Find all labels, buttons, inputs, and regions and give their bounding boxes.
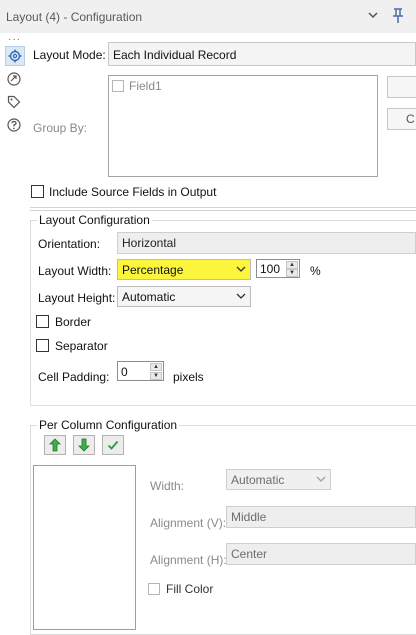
alignment-v-label: Alignment (V): [150,516,227,530]
group-by-list[interactable]: Field1 [108,75,378,177]
stepper-down-icon[interactable]: ▼ [150,372,162,380]
layout-height-label: Layout Height: [38,291,116,305]
border-checkbox[interactable] [36,315,49,328]
window-title: Layout (4) - Configuration [6,10,143,24]
layout-width-label: Layout Width: [38,264,112,278]
tag-icon[interactable] [5,93,23,111]
stepper-down-icon[interactable]: ▼ [286,269,298,277]
border-label: Border [55,315,92,329]
move-down-button[interactable] [73,435,95,455]
help-icon[interactable] [5,116,23,134]
cell-padding-label: Cell Padding: [38,370,110,384]
alignment-h-field[interactable]: Center [226,543,416,565]
stepper-up-icon[interactable]: ▲ [286,261,298,269]
width-label: Width: [150,479,185,493]
group-by-side-button-2[interactable]: C [387,108,416,130]
checkmark-icon [107,440,119,450]
chevron-down-icon [315,473,327,485]
layout-height-value: Automatic [122,290,176,304]
stepper-up-icon[interactable]: ▲ [150,363,162,371]
separator-label: Separator [55,339,108,353]
pin-icon[interactable] [389,8,407,26]
group-by-side-button-1[interactable] [387,76,416,98]
include-source-checkbox[interactable] [31,185,44,198]
fill-color-label: Fill Color [166,582,214,596]
apply-checkmark-button[interactable] [102,435,124,455]
overflow-dots-icon: ··· [8,34,21,45]
layout-width-unit: % [310,264,321,278]
per-column-configuration-title: Per Column Configuration [37,418,180,432]
layout-width-value: Percentage [122,263,184,277]
field1-checkbox[interactable] [112,80,124,92]
cell-padding-stepper[interactable]: 0 ▲ ▼ [117,361,164,381]
layout-mode-label: Layout Mode: [33,48,106,62]
layout-width-amount-stepper[interactable]: 100 ▲ ▼ [256,259,300,278]
layout-mode-dropdown[interactable]: Each Individual Record [108,42,416,66]
chevron-down-icon[interactable] [364,8,382,26]
layout-width-amount-value: 100 [260,262,281,276]
chevron-down-icon [235,263,247,275]
alignment-v-value: Middle [231,510,267,524]
layout-width-dropdown[interactable]: Percentage [117,259,251,280]
layout-configuration-title: Layout Configuration [37,213,152,227]
layout-mode-value: Each Individual Record [113,48,237,62]
divider [30,210,416,211]
group-by-label: Group By: [33,121,88,135]
column-list[interactable] [33,465,136,630]
separator-checkbox[interactable] [36,339,49,352]
title-bar: Layout (4) - Configuration [0,0,416,33]
alignment-v-field[interactable]: Middle [226,506,416,528]
orientation-value: Horizontal [122,236,177,250]
orientation-field[interactable]: Horizontal [117,232,416,254]
move-up-button[interactable] [44,435,66,455]
alignment-h-value: Center [231,547,268,561]
group-by-side-button-2-label: C [406,112,415,126]
width-dropdown[interactable]: Automatic [226,469,331,490]
cell-padding-unit: pixels [173,370,204,384]
arrow-up-icon [49,438,61,452]
arrow-down-icon [78,438,90,452]
fill-color-checkbox[interactable] [148,583,160,595]
orientation-label: Orientation: [38,237,101,251]
alignment-h-label: Alignment (H): [150,553,227,567]
include-source-label: Include Source Fields in Output [49,185,217,199]
connections-icon[interactable] [5,70,23,88]
gear-icon[interactable] [5,46,25,66]
chevron-down-icon [235,290,247,302]
width-value: Automatic [231,473,285,487]
layout-height-dropdown[interactable]: Automatic [117,286,251,307]
divider [30,207,416,208]
field1-label: Field1 [129,79,162,93]
cell-padding-value: 0 [121,365,128,379]
